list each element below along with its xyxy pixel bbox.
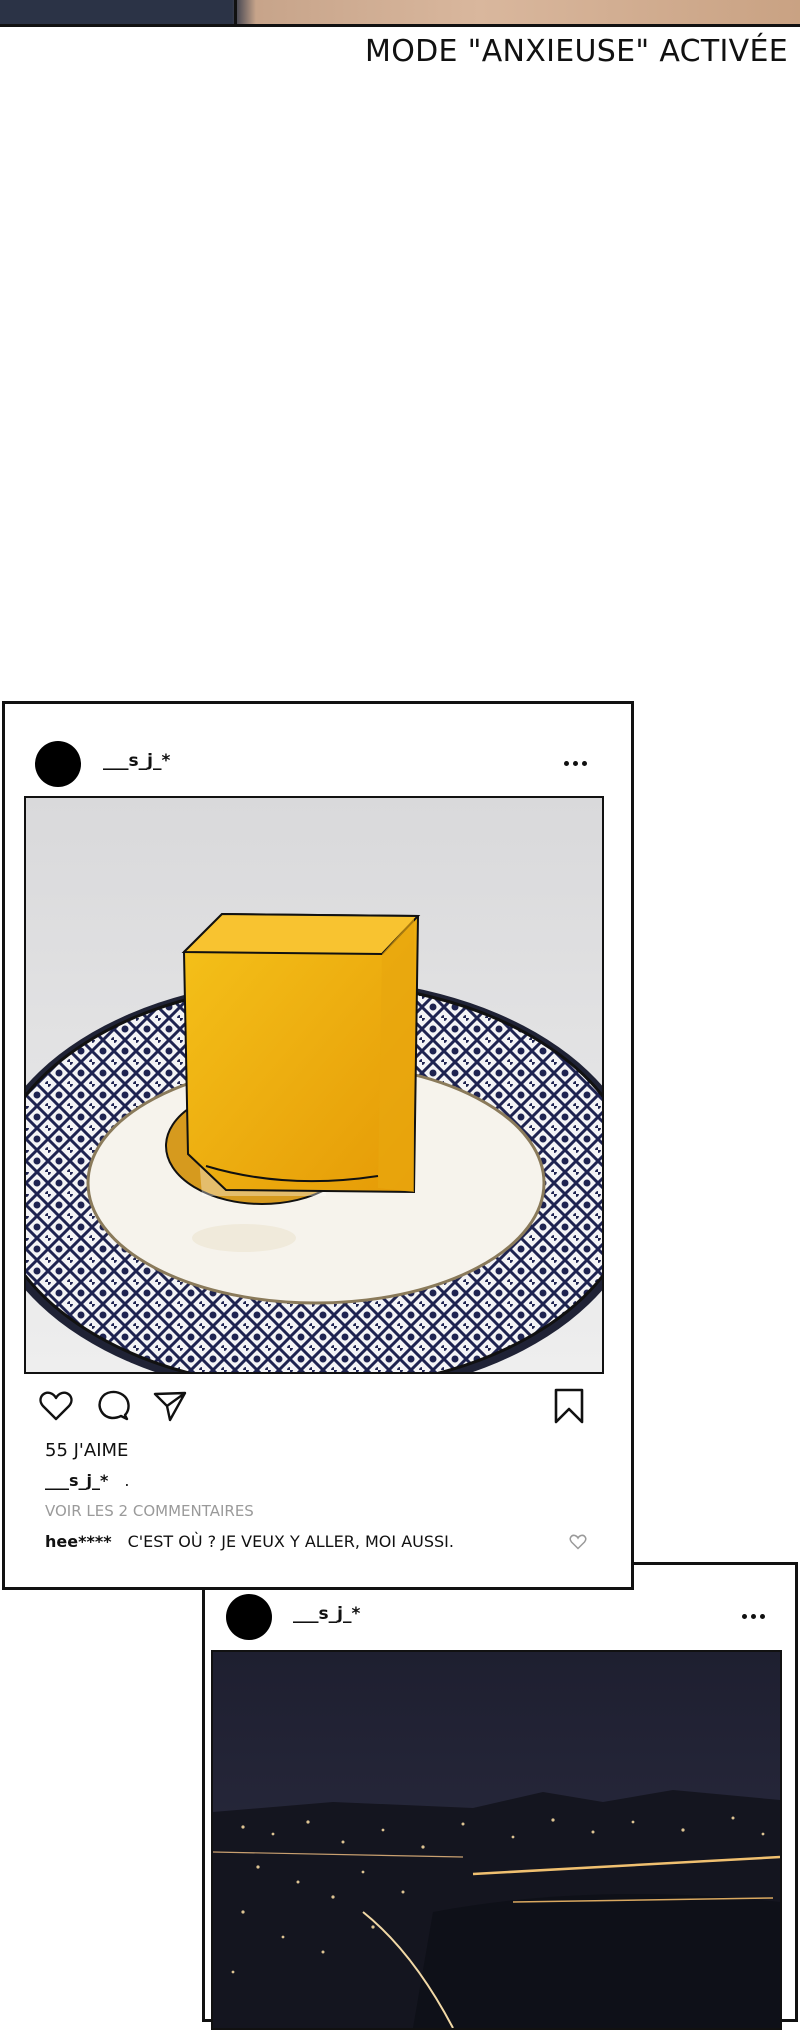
avatar[interactable] <box>226 1594 272 1640</box>
send-icon[interactable] <box>153 1390 187 1422</box>
night-city-photo-icon <box>213 1652 780 2028</box>
comment-like-icon[interactable] <box>569 1534 587 1550</box>
comment-icon[interactable] <box>97 1390 131 1422</box>
view-comments-link[interactable]: VOIR LES 2 COMMENTAIRES <box>45 1502 254 1520</box>
more-options-icon[interactable] <box>564 761 587 766</box>
instagram-post-1: ___s_j_* 55 J'AIME ___s_j_* . VOIR LES 2… <box>2 701 634 1590</box>
top-comic-panel <box>0 0 800 27</box>
panel-caption: MODE "ANXIEUSE" ACTIVÉE <box>365 34 788 69</box>
comment: hee**** C'EST OÙ ? JE VEUX Y ALLER, MOI A… <box>45 1532 454 1551</box>
caption-text: . <box>124 1471 130 1490</box>
post-photo[interactable] <box>211 1650 782 2030</box>
bookmark-icon[interactable] <box>553 1388 585 1424</box>
comment-text: C'EST OÙ ? JE VEUX Y ALLER, MOI AUSSI. <box>127 1532 454 1551</box>
dessert-photo-icon <box>26 798 602 1372</box>
panel-divider <box>0 0 237 24</box>
post-photo[interactable] <box>24 796 604 1374</box>
instagram-post-2: ___s_j_* <box>202 1562 798 2030</box>
comment-username[interactable]: hee**** <box>45 1532 112 1551</box>
heart-icon[interactable] <box>39 1390 73 1422</box>
post-username[interactable]: ___s_j_* <box>103 751 170 771</box>
caption-username[interactable]: ___s_j_* <box>45 1471 108 1490</box>
post-username[interactable]: ___s_j_* <box>293 1604 360 1624</box>
likes-count[interactable]: 55 J'AIME <box>45 1440 128 1461</box>
more-options-icon[interactable] <box>742 1614 765 1619</box>
avatar[interactable] <box>35 741 81 787</box>
post-caption: ___s_j_*. <box>45 1471 129 1490</box>
